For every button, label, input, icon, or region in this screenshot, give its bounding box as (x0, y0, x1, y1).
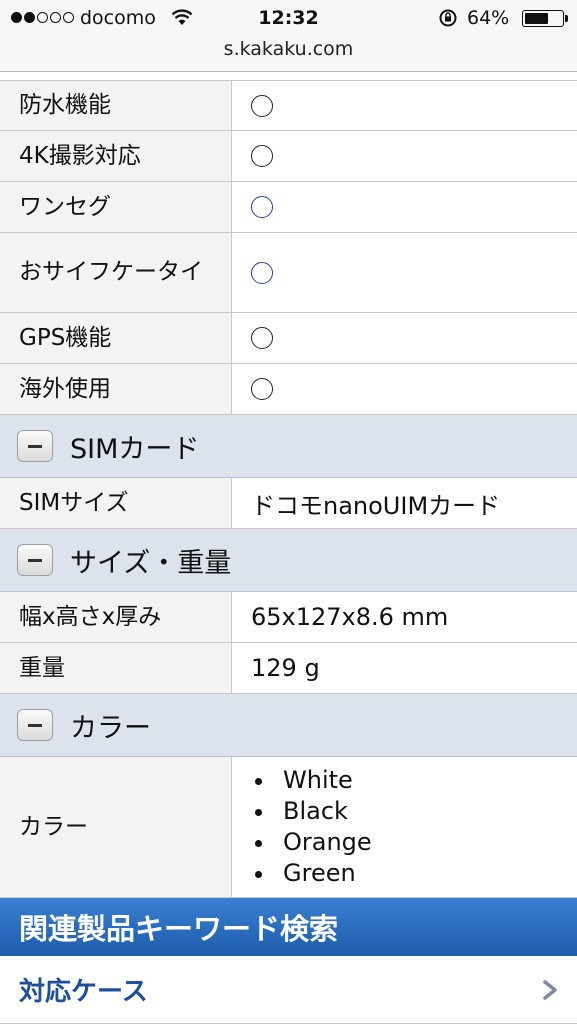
spec-value: ドコモnanoUIMカード (251, 491, 501, 520)
color-list: White Black Orange Green (251, 765, 372, 889)
spec-row-dimensions: 幅x高さx厚み 65x127x8.6 mm (0, 592, 577, 643)
keyword-search-header: 関連製品キーワード検索 (0, 898, 577, 956)
status-bar: docomo 12:32 64% (0, 0, 577, 36)
spec-label: 海外使用 (0, 364, 232, 414)
collapse-minus-icon[interactable] (17, 430, 53, 462)
browser-top-bar: docomo 12:32 64% s.kakaku.com (0, 0, 577, 72)
circle-icon (251, 378, 273, 400)
spec-value: 65x127x8.6 mm (251, 603, 449, 631)
spec-label: GPS機能 (0, 313, 232, 363)
spec-label: ワンセグ (0, 182, 232, 232)
keyword-search-title: 関連製品キーワード検索 (19, 912, 339, 946)
circle-icon (251, 327, 273, 349)
collapse-minus-icon[interactable] (17, 709, 53, 741)
spec-label: カラー (0, 757, 232, 897)
spec-value: 129 g (251, 654, 320, 682)
collapse-minus-icon[interactable] (17, 544, 53, 576)
section-header-color[interactable]: カラー (0, 694, 577, 757)
spec-row-overseas: 海外使用 (0, 364, 577, 415)
list-item: Green (251, 858, 372, 889)
keyword-link-cases[interactable]: 対応ケース (0, 956, 577, 1024)
section-title: サイズ・重量 (70, 547, 232, 579)
keyword-link-label: 対応ケース (19, 977, 148, 1007)
spec-row-4k: 4K撮影対応 (0, 131, 577, 182)
section-title: カラー (70, 712, 151, 744)
spec-table: 防水機能 4K撮影対応 ワンセグ おサイフケータイ GPS機能 海外使用 SIM… (0, 80, 577, 1024)
circle-icon (251, 94, 273, 117)
battery-percent: 64% (467, 7, 510, 29)
list-item: Orange (251, 827, 372, 858)
address-bar[interactable]: s.kakaku.com (0, 38, 577, 60)
spec-label: 4K撮影対応 (0, 131, 232, 181)
battery-icon (522, 10, 568, 27)
spec-row-osaifu: おサイフケータイ (0, 233, 577, 313)
chevron-right-icon (543, 979, 557, 1000)
spec-label: 幅x高さx厚み (0, 592, 232, 642)
list-item: Black (251, 796, 372, 827)
rotation-lock-icon (439, 9, 457, 27)
spec-row-colors: カラー White Black Orange Green (0, 757, 577, 898)
spec-label: 重量 (0, 643, 232, 693)
section-header-sim[interactable]: SIMカード (0, 415, 577, 478)
spec-label: SIMサイズ (0, 478, 232, 528)
circle-icon (251, 196, 273, 218)
list-item: White (251, 765, 372, 796)
circle-icon (251, 145, 273, 167)
spec-label: おサイフケータイ (0, 233, 232, 312)
spec-row-sim-size: SIMサイズ ドコモnanoUIMカード (0, 478, 577, 529)
spec-row-waterproof: 防水機能 (0, 80, 577, 131)
section-title: SIMカード (70, 433, 200, 465)
spec-row-weight: 重量 129 g (0, 643, 577, 694)
spec-row-gps: GPS機能 (0, 313, 577, 364)
spec-label: 防水機能 (0, 81, 232, 130)
section-header-size[interactable]: サイズ・重量 (0, 529, 577, 592)
circle-icon (251, 261, 273, 284)
spec-row-oneseg: ワンセグ (0, 182, 577, 233)
